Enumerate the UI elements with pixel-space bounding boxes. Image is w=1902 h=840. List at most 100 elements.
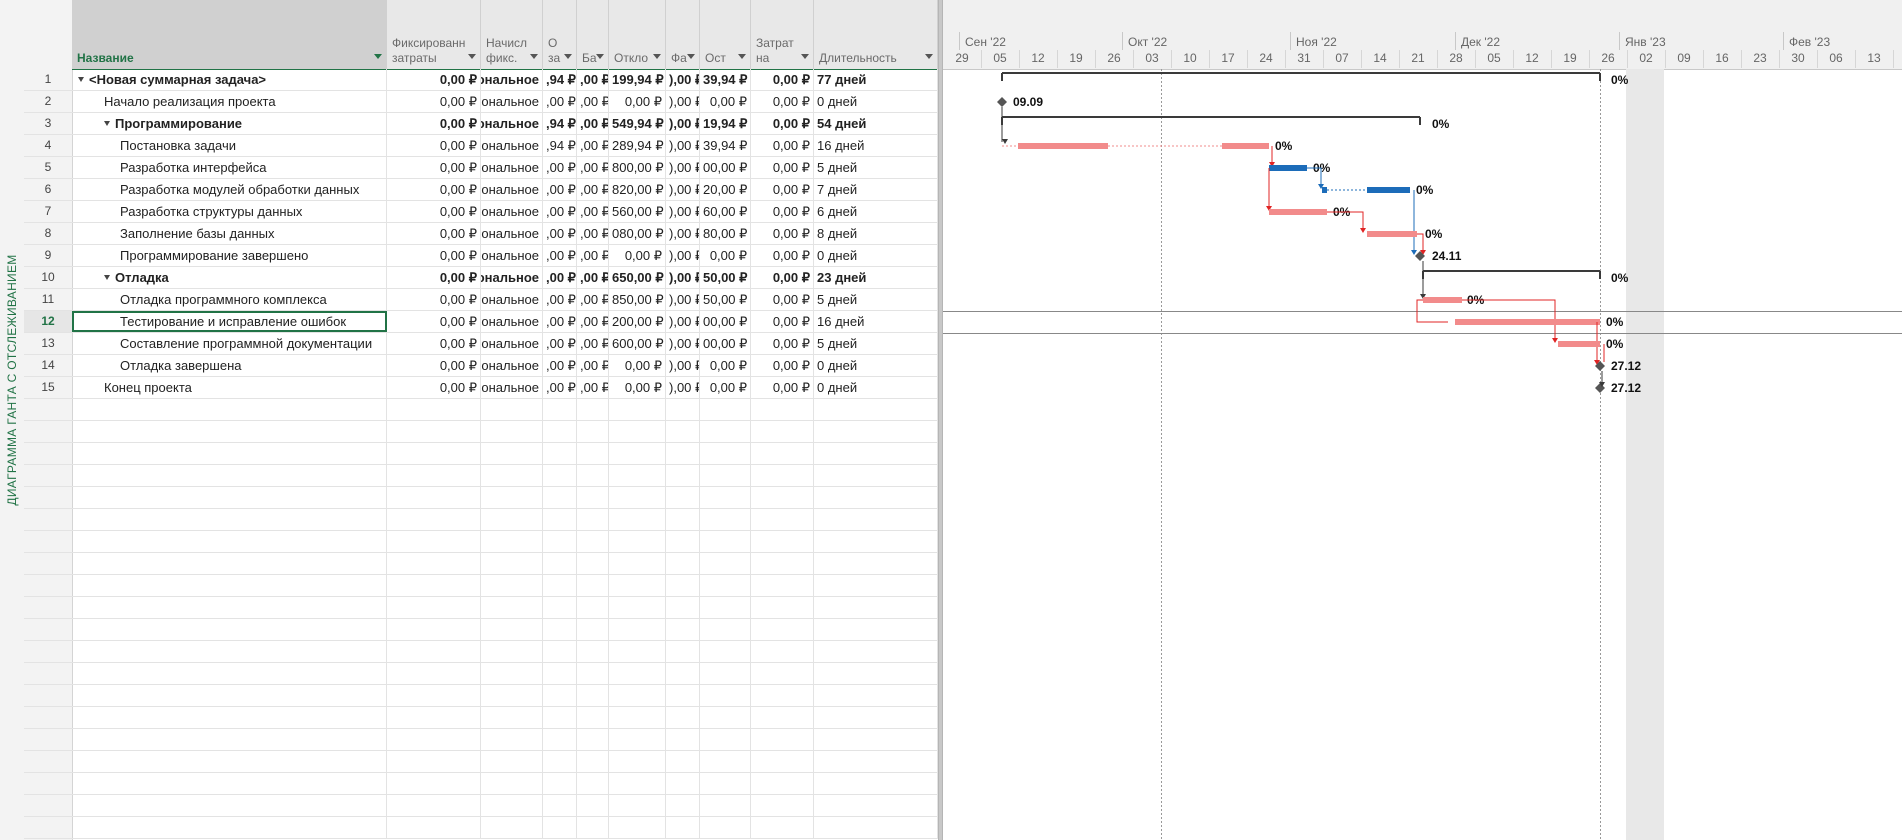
table-row[interactable]: Тестирование и исправление ошибок 0,00 ₽ о… <box>72 311 938 333</box>
task-name-cell[interactable]: Программирование завершено <box>72 245 387 266</box>
cell-cost_per[interactable]: 0,00 ₽ <box>751 91 814 112</box>
table-row[interactable]: Постановка задачи 0,00 ₽ ональное ,94 ₽ ,00 … <box>72 135 938 157</box>
cell-total_cost[interactable] <box>543 509 577 530</box>
cell-variance[interactable]: 650,00 ₽ <box>609 267 666 288</box>
table-row[interactable] <box>72 531 938 553</box>
cell-actual[interactable]: ),00 ₽ <box>666 223 700 244</box>
cell-fixed_cost[interactable]: 0,00 ₽ <box>387 91 481 112</box>
cell-variance[interactable]: 0,00 ₽ <box>609 355 666 376</box>
table-row[interactable]: Отладка программного комплекса 0,00 ₽ онал… <box>72 289 938 311</box>
cell-variance[interactable] <box>609 575 666 596</box>
cell-variance[interactable] <box>609 729 666 750</box>
cell-actual[interactable]: ),00 ₽ <box>666 113 700 134</box>
cell-total_cost[interactable]: ,00 ₽ <box>543 311 577 332</box>
cell-remaining[interactable] <box>700 817 751 838</box>
filter-dropdown-icon[interactable] <box>374 54 382 59</box>
cell-fixed_cost[interactable] <box>387 553 481 574</box>
cell-actual[interactable] <box>666 663 700 684</box>
filter-dropdown-icon[interactable] <box>801 54 809 59</box>
cell-total_cost[interactable]: ,00 ₽ <box>543 157 577 178</box>
table-row[interactable]: Конец проекта 0,00 ₽ ональное ,00 ₽ ,00 ₽ 0,0… <box>72 377 938 399</box>
cell-cost_per[interactable]: 0,00 ₽ <box>751 113 814 134</box>
cell-accrual[interactable] <box>481 575 543 596</box>
cell-fixed_cost[interactable] <box>387 685 481 706</box>
row-number[interactable]: 1 <box>24 69 72 91</box>
cell-cost_per[interactable] <box>751 597 814 618</box>
cell-cost_per[interactable] <box>751 465 814 486</box>
cell-cost_per[interactable] <box>751 663 814 684</box>
table-row[interactable] <box>72 773 938 795</box>
row-number[interactable] <box>24 443 72 465</box>
cell-duration[interactable] <box>814 443 938 464</box>
cell-variance[interactable]: 820,00 ₽ <box>609 179 666 200</box>
row-number[interactable] <box>24 685 72 707</box>
cell-total_cost[interactable]: ,94 ₽ <box>543 113 577 134</box>
cell-duration[interactable] <box>814 795 938 816</box>
cell-accrual[interactable] <box>481 707 543 728</box>
cell-variance[interactable]: 0,00 ₽ <box>609 245 666 266</box>
cell-accrual[interactable]: ональное <box>481 113 543 134</box>
task-name-cell[interactable] <box>72 399 387 420</box>
cell-variance[interactable] <box>609 465 666 486</box>
cell-cost_per[interactable] <box>751 399 814 420</box>
cell-actual[interactable] <box>666 531 700 552</box>
cell-accrual[interactable] <box>481 795 543 816</box>
cell-total_cost[interactable] <box>543 399 577 420</box>
cell-cost_per[interactable] <box>751 685 814 706</box>
cell-baseline[interactable] <box>577 509 609 530</box>
cell-cost_per[interactable]: 0,00 ₽ <box>751 179 814 200</box>
cell-cost_per[interactable] <box>751 509 814 530</box>
cell-accrual[interactable] <box>481 509 543 530</box>
task-name-cell[interactable] <box>72 663 387 684</box>
cell-accrual[interactable]: ональное <box>481 311 543 332</box>
column-header-name[interactable]: Название <box>72 0 387 69</box>
cell-variance[interactable]: 560,00 ₽ <box>609 201 666 222</box>
cell-accrual[interactable] <box>481 487 543 508</box>
cell-total_cost[interactable] <box>543 553 577 574</box>
row-number[interactable] <box>24 707 72 729</box>
cell-baseline[interactable]: ,00 ₽ <box>577 355 609 376</box>
task-name-cell[interactable] <box>72 553 387 574</box>
table-row[interactable] <box>72 817 938 839</box>
cell-accrual[interactable] <box>481 619 543 640</box>
collapse-triangle-icon[interactable] <box>78 77 84 82</box>
cell-remaining[interactable] <box>700 487 751 508</box>
cell-total_cost[interactable] <box>543 443 577 464</box>
column-header-baseline[interactable]: Ба <box>577 0 609 69</box>
cell-variance[interactable]: 850,00 ₽ <box>609 289 666 310</box>
cell-variance[interactable] <box>609 773 666 794</box>
cell-actual[interactable]: ),00 ₽ <box>666 289 700 310</box>
row-number[interactable] <box>24 399 72 421</box>
cell-remaining[interactable]: 80,00 ₽ <box>700 223 751 244</box>
cell-actual[interactable] <box>666 421 700 442</box>
row-number[interactable]: 10 <box>24 267 72 289</box>
row-number[interactable]: 12 <box>24 311 72 333</box>
cell-duration[interactable]: 5 дней <box>814 289 938 310</box>
cell-accrual[interactable]: ональное <box>481 267 543 288</box>
cell-total_cost[interactable] <box>543 487 577 508</box>
cell-fixed_cost[interactable] <box>387 641 481 662</box>
cell-baseline[interactable] <box>577 399 609 420</box>
cell-total_cost[interactable]: ,94 ₽ <box>543 135 577 156</box>
cell-accrual[interactable] <box>481 443 543 464</box>
cell-fixed_cost[interactable] <box>387 487 481 508</box>
cell-variance[interactable] <box>609 619 666 640</box>
cell-variance[interactable] <box>609 663 666 684</box>
cell-total_cost[interactable] <box>543 531 577 552</box>
table-row[interactable]: Программирование завершено 0,00 ₽ ональное… <box>72 245 938 267</box>
cell-actual[interactable] <box>666 597 700 618</box>
cell-duration[interactable] <box>814 773 938 794</box>
cell-fixed_cost[interactable]: 0,00 ₽ <box>387 289 481 310</box>
cell-baseline[interactable] <box>577 663 609 684</box>
cell-duration[interactable] <box>814 685 938 706</box>
cell-actual[interactable] <box>666 795 700 816</box>
cell-remaining[interactable]: 50,00 ₽ <box>700 289 751 310</box>
cell-fixed_cost[interactable] <box>387 795 481 816</box>
cell-fixed_cost[interactable] <box>387 707 481 728</box>
cell-fixed_cost[interactable]: 0,00 ₽ <box>387 179 481 200</box>
table-row[interactable]: Разработка структуры данных 0,00 ₽ онально… <box>72 201 938 223</box>
cell-fixed_cost[interactable]: 0,00 ₽ <box>387 355 481 376</box>
cell-baseline[interactable]: ,00 ₽ <box>577 179 609 200</box>
cell-fixed_cost[interactable] <box>387 421 481 442</box>
cell-total_cost[interactable] <box>543 575 577 596</box>
